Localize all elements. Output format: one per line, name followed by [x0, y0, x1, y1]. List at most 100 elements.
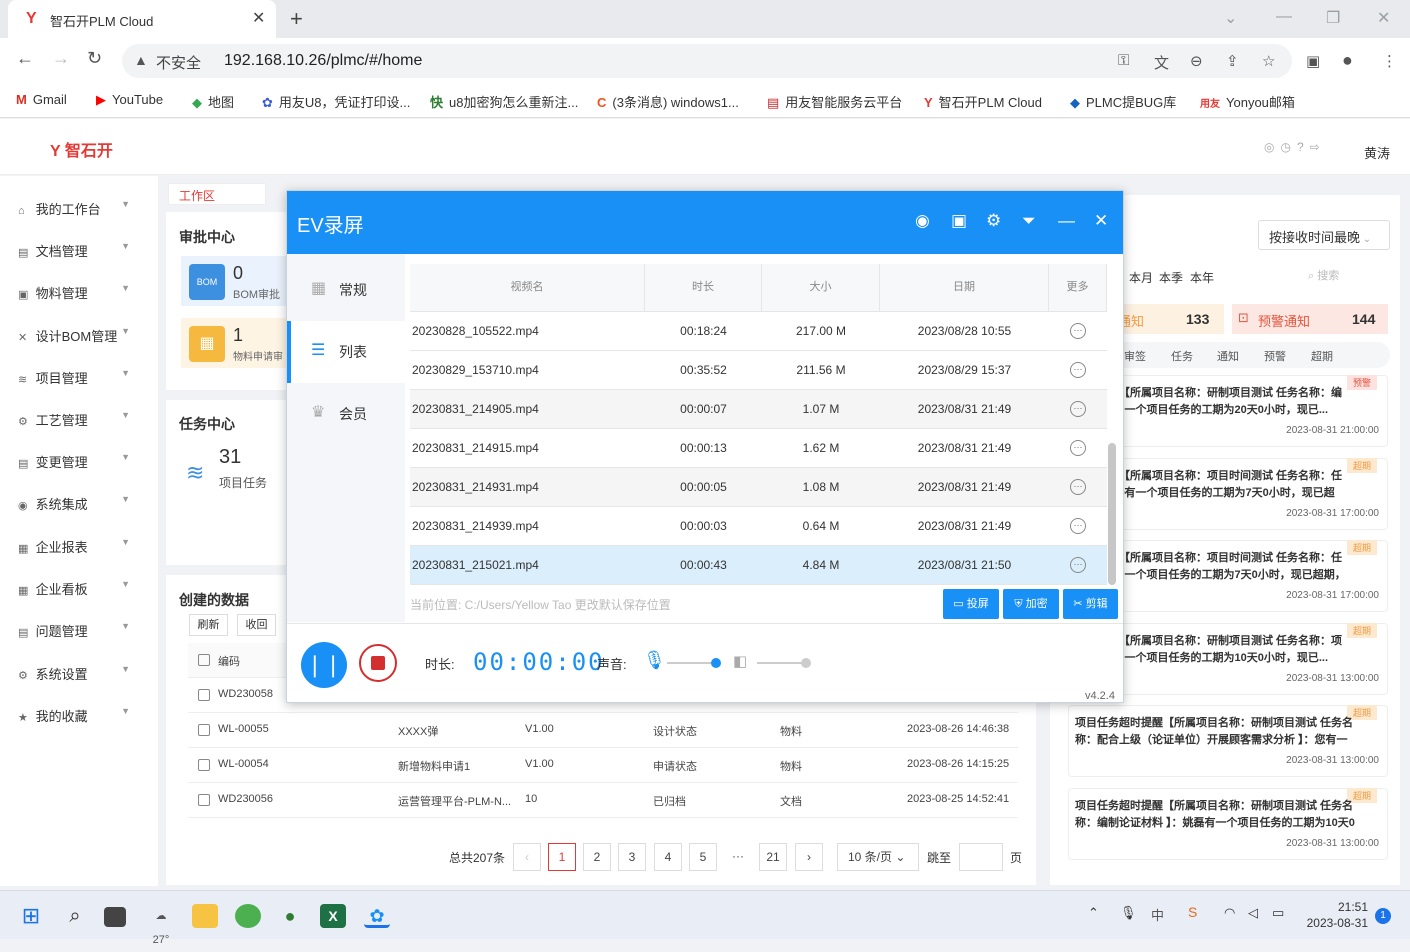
more-icon[interactable]: ··· [1070, 401, 1086, 417]
ev-nav-general[interactable]: ▦ 常规 [287, 259, 405, 321]
zoom-icon[interactable]: ⊖ [1190, 52, 1203, 70]
recording-row-selected[interactable]: 20230831_215021.mp4 00:00:43 4.84 M 2023/08… [410, 546, 1107, 585]
ev-recorder-taskbar-icon[interactable]: ✿ [364, 904, 390, 928]
sort-select[interactable]: 按接收时间最晚 ⌄ [1258, 220, 1390, 250]
period-quarter[interactable]: 本季 [1159, 269, 1183, 286]
more-icon[interactable]: ··· [1070, 479, 1086, 495]
file-explorer-icon[interactable] [192, 904, 218, 928]
show-hidden-icons-icon[interactable]: ⌃ [1088, 905, 1099, 921]
minimize-icon[interactable]: — [1058, 211, 1075, 231]
more-icon[interactable]: ··· [1070, 362, 1086, 378]
sidebar-item[interactable]: ⚙ 系统设置 ▼ [18, 664, 148, 683]
page-button[interactable]: 5 [689, 843, 717, 871]
tab-sign[interactable]: 审签 [1124, 348, 1146, 364]
close-window-icon[interactable]: ✕ [1377, 8, 1390, 28]
more-icon[interactable]: ··· [1070, 518, 1086, 534]
speaker-icon[interactable]: ◧ [733, 652, 747, 670]
mic-tray-icon[interactable]: 🎙 [1120, 905, 1137, 921]
select-all-checkbox[interactable] [198, 654, 210, 666]
menu-icon[interactable]: ⋮ [1382, 52, 1397, 70]
row-checkbox[interactable] [198, 689, 210, 701]
more-icon[interactable]: ··· [1070, 557, 1086, 573]
row-checkbox[interactable] [198, 794, 210, 806]
tab-search-icon[interactable]: ⌄ [1224, 8, 1237, 28]
tab-notice[interactable]: 通知 [1217, 348, 1239, 364]
ev-nav-member[interactable]: ♛ 会员 [287, 383, 405, 445]
encrypt-button[interactable]: ⛨ 加密 [1003, 589, 1059, 619]
sidebar-item[interactable]: ◉ 系统集成 ▼ [18, 494, 148, 513]
windows-start-icon[interactable]: ⊞ [18, 904, 44, 928]
minimize-icon[interactable]: — [1276, 8, 1292, 26]
close-icon[interactable]: ✕ [1094, 211, 1108, 231]
app-logo[interactable]: Y 智石开 [50, 137, 113, 161]
speaker-slider-handle[interactable] [801, 658, 811, 668]
more-icon[interactable]: ··· [1070, 440, 1086, 456]
more-icon[interactable]: ··· [1070, 323, 1086, 339]
new-tab-icon[interactable]: + [290, 6, 303, 32]
tab-warning[interactable]: 预警 [1264, 348, 1286, 364]
cut-button[interactable]: ✂ 剪辑 [1063, 589, 1118, 619]
chrome-icon[interactable] [235, 904, 261, 928]
microphone-icon[interactable]: 🎙 [643, 650, 666, 671]
bookmark-item[interactable]: ▶ YouTube [96, 92, 163, 108]
volume-icon[interactable]: ◁ [1248, 905, 1258, 921]
page-button[interactable]: 21 [759, 843, 787, 871]
sidebar-item[interactable]: ▤ 变更管理 ▼ [18, 452, 148, 471]
material-approval-tile[interactable]: ▦ 1 物料申请审 [181, 318, 291, 368]
sidepanel-icon[interactable]: ▣ [1306, 52, 1320, 70]
bookmark-item[interactable]: ▤ 用友智能服务云平台 [767, 92, 902, 111]
recording-row[interactable]: 20230831_214939.mp4 00:00:03 0.64 M 2023/08… [410, 507, 1107, 546]
cast-button[interactable]: ▭ 投屏 [943, 589, 999, 619]
bookmark-item[interactable]: 快 u8加密狗怎么重新注... [430, 92, 578, 111]
jump-input[interactable] [959, 843, 1003, 871]
bookmark-item[interactable]: ✿ 用友U8，凭证打印设... [262, 92, 410, 111]
sidebar-item[interactable]: ▦ 企业看板 ▼ [18, 579, 148, 598]
refresh-button[interactable]: 刷新 [189, 614, 228, 636]
recording-row[interactable]: 20230831_214905.mp4 00:00:07 1.07 M 2023/08… [410, 390, 1107, 429]
page-size-select[interactable]: 10 条/页 ⌄ [837, 843, 919, 871]
sidebar-item[interactable]: ⌂ 我的工作台 ▼ [18, 199, 148, 218]
mic-slider-handle[interactable] [711, 658, 721, 668]
translate-icon[interactable]: 文 [1154, 52, 1169, 73]
profile-icon[interactable]: ● [1342, 50, 1353, 71]
recording-row[interactable]: 20230829_153710.mp4 00:35:52 211.56 M 2023/… [410, 351, 1107, 390]
weather-widget[interactable]: ☁27° [148, 904, 174, 946]
next-page-button[interactable]: › [795, 843, 823, 871]
sidebar-item[interactable]: ≋ 项目管理 ▼ [18, 368, 148, 387]
notice-card[interactable]: 超期 项目任务超时提醒【所属项目名称：研制项目测试 任务名称：配合上级（论证单位）… [1068, 705, 1388, 777]
period-year[interactable]: 本年 [1190, 269, 1214, 286]
recall-button[interactable]: 收回 [237, 614, 276, 636]
search-icon[interactable]: ⌕ [62, 904, 88, 928]
app-tray-icon[interactable]: S [1188, 904, 1197, 920]
sidebar-item[interactable]: ⚙ 工艺管理 ▼ [18, 410, 148, 429]
sidebar-item[interactable]: ▤ 文档管理 ▼ [18, 241, 148, 260]
save-path[interactable]: 当前位置: C:/Users/Yellow Tao 更改默认保存位置 [410, 596, 671, 613]
sidebar-item[interactable]: ▤ 问题管理 ▼ [18, 621, 148, 640]
sidebar-item[interactable]: ▦ 企业报表 ▼ [18, 537, 148, 556]
pause-button[interactable]: ❘❘ [301, 642, 347, 688]
share-icon[interactable]: ⇪ [1226, 52, 1239, 70]
stop-button[interactable] [359, 644, 397, 682]
maximize-icon[interactable]: ❐ [1326, 8, 1340, 28]
tab-task[interactable]: 任务 [1171, 348, 1193, 364]
bookmark-star-icon[interactable]: ☆ [1262, 52, 1275, 70]
wifi-icon[interactable]: ◠ [1224, 905, 1235, 921]
sidebar-item[interactable]: ★ 我的收藏 ▼ [18, 706, 148, 725]
prev-page-button[interactable]: ‹ [513, 843, 541, 871]
key-icon[interactable]: ⚿ [1118, 52, 1129, 69]
recording-row[interactable]: 20230828_105522.mp4 00:18:24 217.00 M 2023/… [410, 312, 1107, 351]
forward-icon[interactable]: → [52, 48, 70, 69]
ev-titlebar[interactable]: EV录屏 ◉ ▣ ⚙ ⏷ — ✕ [287, 191, 1123, 254]
bookmark-item[interactable]: Y 智石开PLM Cloud [924, 92, 1042, 111]
clock-date[interactable]: 2023-08-31 [1302, 916, 1368, 930]
back-icon[interactable]: ← [16, 48, 34, 69]
warning-tile[interactable]: ⊡ 预警通知 144 [1232, 304, 1388, 334]
bookmark-item[interactable]: 用友 Yonyou邮箱 [1200, 92, 1295, 111]
ev-nav-list[interactable]: ☰ 列表 [287, 321, 405, 383]
ime-icon[interactable]: 中 [1151, 905, 1164, 924]
notice-card[interactable]: 超期 项目任务超时提醒【所属项目名称：研制项目测试 任务名称：编制论证材料 】：姚… [1068, 788, 1388, 860]
wechat-icon[interactable]: ● [277, 904, 303, 928]
reload-icon[interactable]: ↻ [87, 48, 102, 69]
bookmark-item[interactable]: C (3条消息) windows1... [597, 92, 739, 111]
tab-overdue[interactable]: 超期 [1311, 348, 1333, 364]
